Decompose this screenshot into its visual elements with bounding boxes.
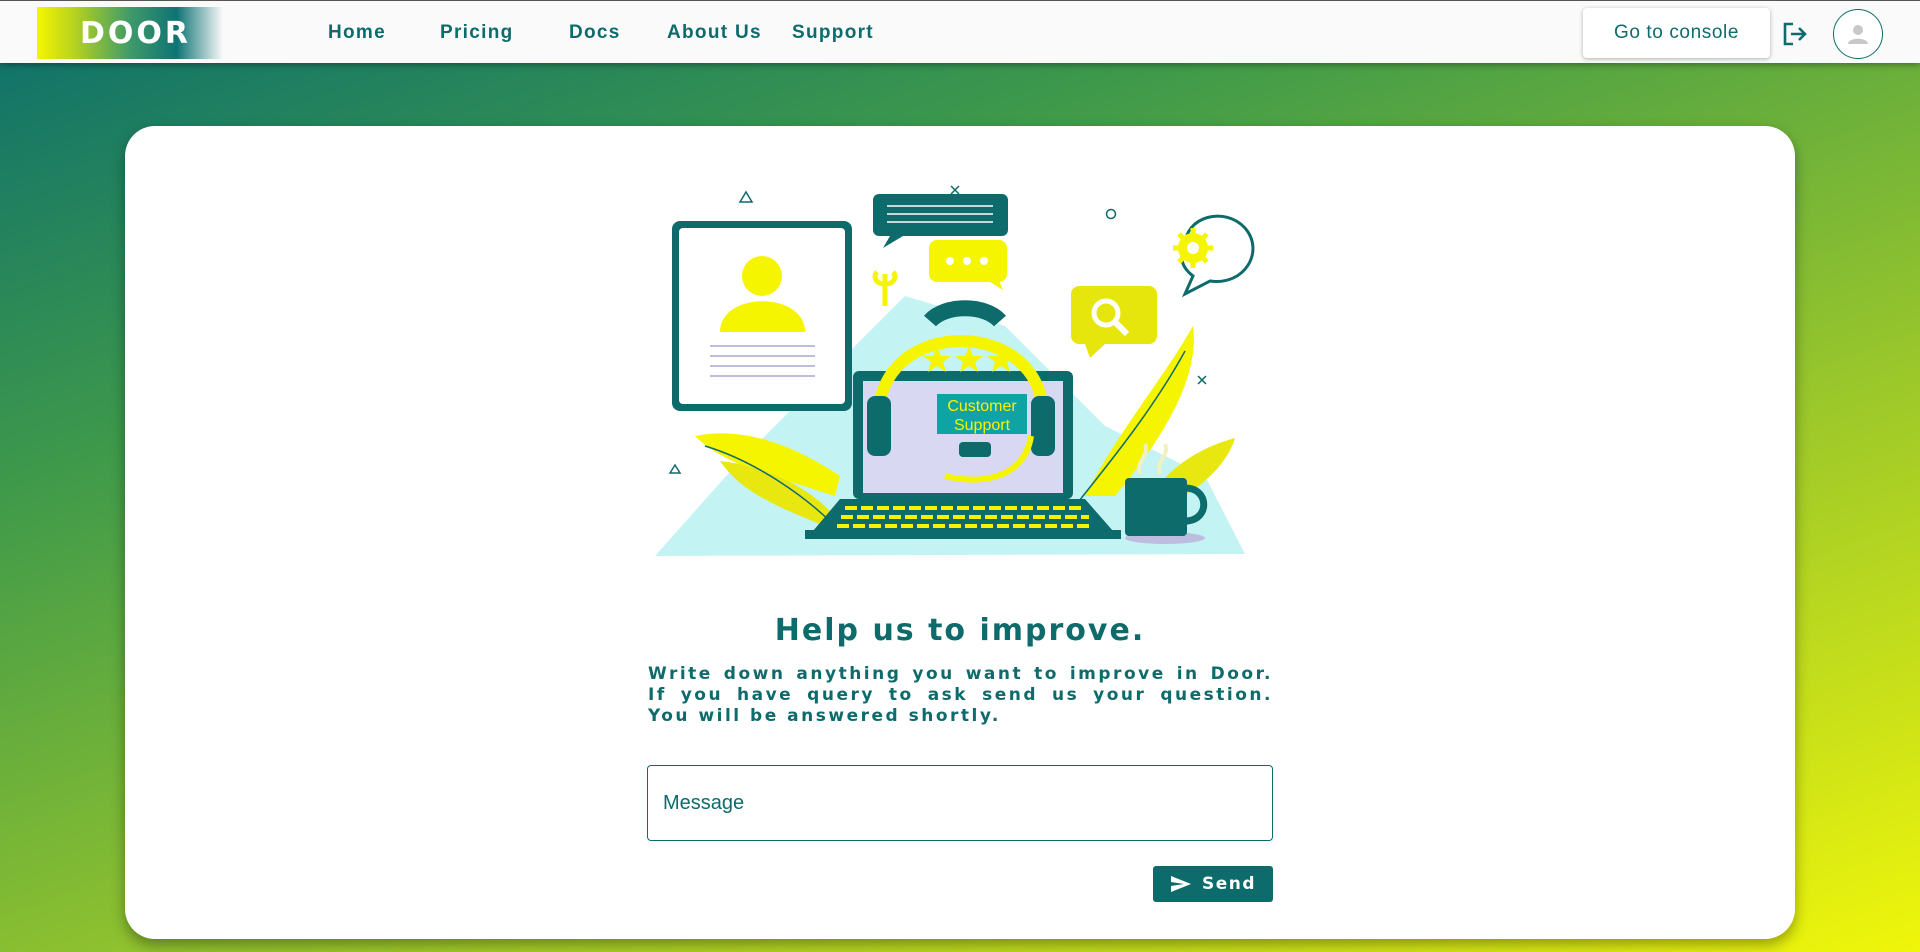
message-input[interactable] — [648, 766, 1272, 840]
nav-pricing[interactable]: Pricing — [440, 22, 514, 44]
logout-icon[interactable] — [1782, 21, 1808, 47]
nav-support[interactable]: Support — [792, 22, 874, 44]
message-field[interactable] — [647, 765, 1273, 841]
page-heading: Help us to improve. — [774, 613, 1146, 648]
sign-line1: Customer — [947, 398, 1017, 415]
door-logo[interactable]: DOOR — [37, 7, 223, 59]
nav-about-us[interactable]: About Us — [667, 22, 762, 44]
top-navbar: DOOR Home Pricing Docs About Us Support … — [0, 0, 1920, 63]
user-icon — [1848, 25, 1868, 44]
customer-support-illustration: Customer Support — [655, 185, 1255, 556]
send-button[interactable]: Send — [1153, 866, 1273, 902]
sign-line2: Support — [954, 417, 1011, 434]
feedback-card: Customer Support Help us to improve. Wri… — [125, 126, 1795, 939]
send-label: Send — [1201, 874, 1257, 894]
logo-text: DOOR — [80, 15, 192, 51]
go-to-console-button[interactable]: Go to console — [1583, 8, 1770, 58]
page-description: Write down anything you want to improve … — [648, 664, 1273, 726]
nav-docs[interactable]: Docs — [569, 22, 621, 44]
user-avatar[interactable] — [1833, 9, 1883, 59]
send-icon — [1170, 876, 1191, 892]
nav-home[interactable]: Home — [328, 22, 386, 44]
